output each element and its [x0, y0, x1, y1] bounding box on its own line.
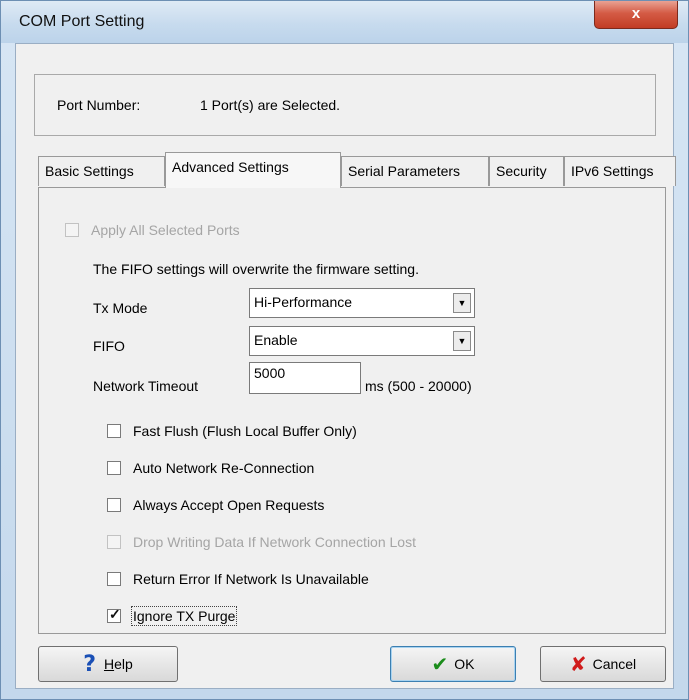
fast-flush-checkbox[interactable]: Fast Flush (Flush Local Buffer Only) [107, 423, 357, 439]
ignore-tx-purge-label: Ignore TX Purge [130, 606, 238, 626]
window-title: COM Port Setting [19, 13, 145, 30]
tx-mode-label: Tx Mode [93, 300, 148, 316]
checkbox-box[interactable] [107, 498, 121, 512]
tab-strip: Basic Settings Advanced Settings Serial … [38, 152, 678, 188]
tx-mode-select[interactable]: Hi-Performance ▼ [249, 288, 475, 318]
tab-advanced-settings[interactable]: Advanced Settings [165, 152, 341, 188]
network-timeout-input[interactable]: 5000 [249, 362, 361, 394]
checkbox-box[interactable] [107, 572, 121, 586]
ignore-tx-purge-checkbox[interactable]: ✓ Ignore TX Purge [107, 606, 238, 626]
com-port-setting-dialog: COM Port Setting x Port Number: 1 Port(s… [0, 0, 689, 700]
cancel-button-label: Cancel [592, 656, 637, 672]
ok-button-label: OK [454, 656, 475, 672]
checkbox-box[interactable] [107, 424, 121, 438]
fifo-select[interactable]: Enable ▼ [249, 326, 475, 356]
return-error-label: Return Error If Network Is Unavailable [133, 571, 369, 587]
close-icon: x [631, 5, 641, 22]
checkbox-box[interactable] [107, 535, 121, 549]
check-icon: ✔ [431, 652, 449, 676]
always-accept-checkbox[interactable]: Always Accept Open Requests [107, 497, 324, 513]
drop-writing-data-label: Drop Writing Data If Network Connection … [133, 534, 416, 550]
tx-mode-value: Hi-Performance [254, 294, 353, 310]
port-number-label: Port Number: [57, 97, 141, 113]
title-bar[interactable]: COM Port Setting x [1, 1, 688, 43]
fifo-note-text: The FIFO settings will overwrite the fir… [93, 261, 419, 277]
ok-button[interactable]: ✔ OK [390, 646, 516, 682]
close-button[interactable]: x [594, 1, 678, 29]
apply-all-ports-label: Apply All Selected Ports [91, 222, 240, 238]
fifo-value: Enable [254, 332, 298, 348]
drop-writing-data-checkbox[interactable]: Drop Writing Data If Network Connection … [107, 534, 416, 550]
checkmark-icon: ✓ [109, 606, 121, 622]
tab-serial-parameters[interactable]: Serial Parameters [341, 156, 489, 186]
auto-reconnect-label: Auto Network Re-Connection [133, 460, 315, 476]
port-number-value: 1 Port(s) are Selected. [200, 97, 341, 113]
checkbox-box[interactable]: ✓ [107, 606, 121, 623]
tab-basic-settings[interactable]: Basic Settings [38, 156, 165, 186]
network-timeout-label: Network Timeout [93, 378, 199, 394]
checkbox-box[interactable] [107, 461, 121, 475]
help-button[interactable]: ? Help [38, 646, 178, 682]
cancel-button[interactable]: ✘ Cancel [540, 646, 666, 682]
auto-reconnect-checkbox[interactable]: Auto Network Re-Connection [107, 460, 314, 476]
return-error-checkbox[interactable]: Return Error If Network Is Unavailable [107, 571, 369, 587]
checkbox-box[interactable] [65, 223, 79, 237]
question-mark-icon: ? [83, 651, 96, 677]
port-number-group: Port Number: 1 Port(s) are Selected. [34, 74, 656, 136]
chevron-down-icon[interactable]: ▼ [453, 293, 471, 313]
fast-flush-label: Fast Flush (Flush Local Buffer Only) [133, 423, 357, 439]
network-timeout-value: 5000 [254, 365, 286, 381]
dialog-client-area: Port Number: 1 Port(s) are Selected. Bas… [15, 43, 676, 689]
x-icon: ✘ [569, 652, 587, 676]
fifo-label: FIFO [93, 338, 125, 354]
network-timeout-unit: ms (500 - 20000) [365, 378, 472, 394]
always-accept-label: Always Accept Open Requests [133, 497, 325, 513]
advanced-settings-panel: Apply All Selected Ports The FIFO settin… [38, 187, 666, 634]
tab-security[interactable]: Security [489, 156, 564, 186]
tab-ipv6-settings[interactable]: IPv6 Settings [564, 156, 676, 186]
help-button-label: Help [103, 656, 133, 672]
chevron-down-icon[interactable]: ▼ [453, 331, 471, 351]
apply-all-ports-checkbox[interactable]: Apply All Selected Ports [65, 222, 240, 238]
